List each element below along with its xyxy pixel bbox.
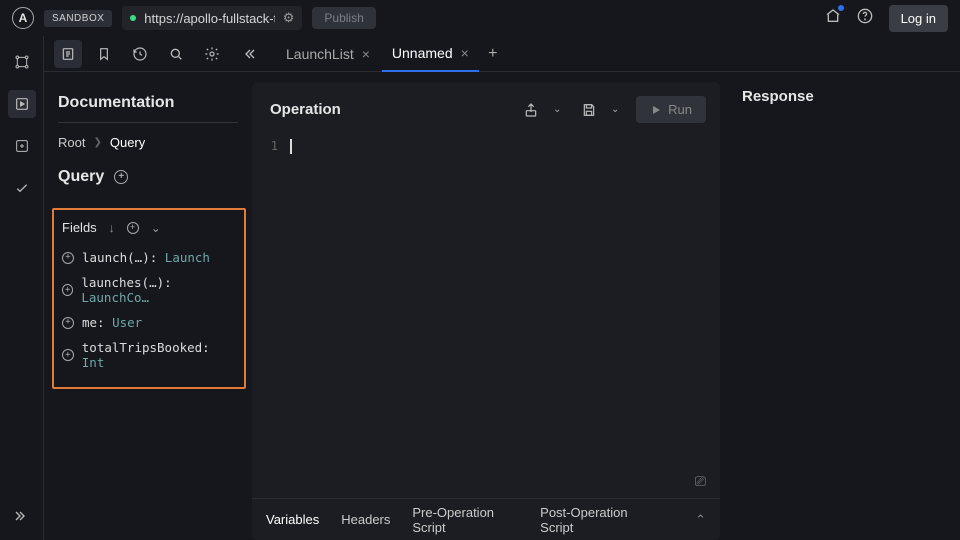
query-type-label: Query bbox=[58, 168, 104, 186]
endpoint-url: https://apollo-fullstack-t bbox=[144, 11, 274, 26]
publish-button[interactable]: Publish bbox=[312, 7, 375, 29]
breadcrumb-current: Query bbox=[110, 135, 145, 150]
fields-label: Fields bbox=[62, 220, 97, 235]
add-tab-button[interactable]: + bbox=[481, 42, 505, 66]
add-field-icon[interactable]: + bbox=[62, 284, 73, 296]
login-button[interactable]: Log in bbox=[889, 5, 948, 32]
save-dropdown-icon[interactable]: ⌄ bbox=[604, 99, 626, 121]
status-dot-icon bbox=[130, 15, 136, 21]
tab-launchlist[interactable]: LaunchList × bbox=[276, 36, 380, 72]
breadcrumb: Root ❯ Query bbox=[58, 135, 238, 150]
help-icon[interactable] bbox=[857, 8, 873, 29]
field-me[interactable]: + me: User bbox=[62, 310, 236, 335]
run-label: Run bbox=[668, 102, 692, 117]
field-name: totalTripsBooked: bbox=[82, 340, 210, 355]
toggle-icon[interactable]: ⎚ bbox=[695, 473, 706, 490]
add-query-icon[interactable]: + bbox=[114, 170, 128, 184]
field-type[interactable]: Int bbox=[82, 355, 105, 370]
field-name: launch(…): bbox=[82, 250, 165, 265]
add-field-icon[interactable]: + bbox=[62, 252, 74, 264]
rail-add-icon[interactable] bbox=[8, 132, 36, 160]
field-type[interactable]: Launch bbox=[165, 250, 210, 265]
field-name: me: bbox=[82, 315, 112, 330]
response-title: Response bbox=[742, 88, 944, 105]
field-totaltripsbooked[interactable]: + totalTripsBooked: Int bbox=[62, 335, 236, 375]
operation-editor[interactable]: 1 ⎚ bbox=[252, 131, 720, 498]
tab-unnamed[interactable]: Unnamed × bbox=[382, 36, 479, 72]
chevron-right-icon: ❯ bbox=[93, 137, 101, 148]
tab-label: LaunchList bbox=[286, 46, 354, 62]
sort-icon[interactable]: ↓ bbox=[109, 221, 115, 235]
apollo-logo[interactable]: A bbox=[12, 7, 34, 29]
endpoint-input[interactable]: https://apollo-fullstack-t ⚙ bbox=[122, 6, 302, 30]
operation-title: Operation bbox=[270, 101, 510, 118]
save-icon[interactable] bbox=[578, 99, 600, 121]
toolbar-docs-icon[interactable] bbox=[54, 40, 82, 68]
field-type[interactable]: User bbox=[112, 315, 142, 330]
tab-label: Unnamed bbox=[392, 45, 453, 61]
rail-expand-icon[interactable] bbox=[8, 502, 36, 530]
sandbox-badge: SANDBOX bbox=[44, 10, 112, 27]
add-all-fields-icon[interactable]: + bbox=[127, 222, 139, 234]
editor-cursor bbox=[290, 139, 292, 154]
toolbar-settings-icon[interactable] bbox=[198, 40, 226, 68]
bottom-tab-headers[interactable]: Headers bbox=[341, 512, 390, 527]
toolbar-history-icon[interactable] bbox=[126, 40, 154, 68]
rail-schema-icon[interactable] bbox=[8, 48, 36, 76]
collapse-bottom-icon[interactable]: ⌃ bbox=[695, 512, 706, 528]
documentation-title: Documentation bbox=[58, 94, 238, 123]
field-type[interactable]: LaunchCo… bbox=[81, 290, 149, 305]
field-name: launches(…): bbox=[81, 275, 171, 290]
add-field-icon[interactable]: + bbox=[62, 317, 74, 329]
field-launch[interactable]: + launch(…): Launch bbox=[62, 245, 236, 270]
bottom-tab-preop[interactable]: Pre-Operation Script bbox=[412, 505, 518, 535]
toolbar-bookmark-icon[interactable] bbox=[90, 40, 118, 68]
notifications-icon[interactable] bbox=[825, 8, 841, 29]
add-field-icon[interactable]: + bbox=[62, 349, 74, 361]
close-icon[interactable]: × bbox=[461, 45, 469, 61]
share-dropdown-icon[interactable]: ⌄ bbox=[546, 99, 568, 121]
rail-check-icon[interactable] bbox=[8, 174, 36, 202]
bottom-tab-variables[interactable]: Variables bbox=[266, 512, 319, 527]
endpoint-settings-icon[interactable]: ⚙ bbox=[283, 10, 295, 26]
run-button[interactable]: Run bbox=[636, 96, 706, 123]
rail-explorer-icon[interactable] bbox=[8, 90, 36, 118]
close-icon[interactable]: × bbox=[362, 46, 370, 62]
fields-section: Fields ↓ + ⌄ + launch(…): Launch + launc… bbox=[52, 208, 246, 389]
chevron-down-icon[interactable]: ⌄ bbox=[151, 221, 161, 235]
breadcrumb-root[interactable]: Root bbox=[58, 135, 85, 150]
toolbar-search-icon[interactable] bbox=[162, 40, 190, 68]
share-icon[interactable] bbox=[520, 99, 542, 121]
line-number: 1 bbox=[252, 137, 288, 498]
field-launches[interactable]: + launches(…): LaunchCo… bbox=[62, 270, 236, 310]
toolbar-collapse-icon[interactable] bbox=[234, 40, 262, 68]
bottom-tab-postop[interactable]: Post-Operation Script bbox=[540, 505, 651, 535]
